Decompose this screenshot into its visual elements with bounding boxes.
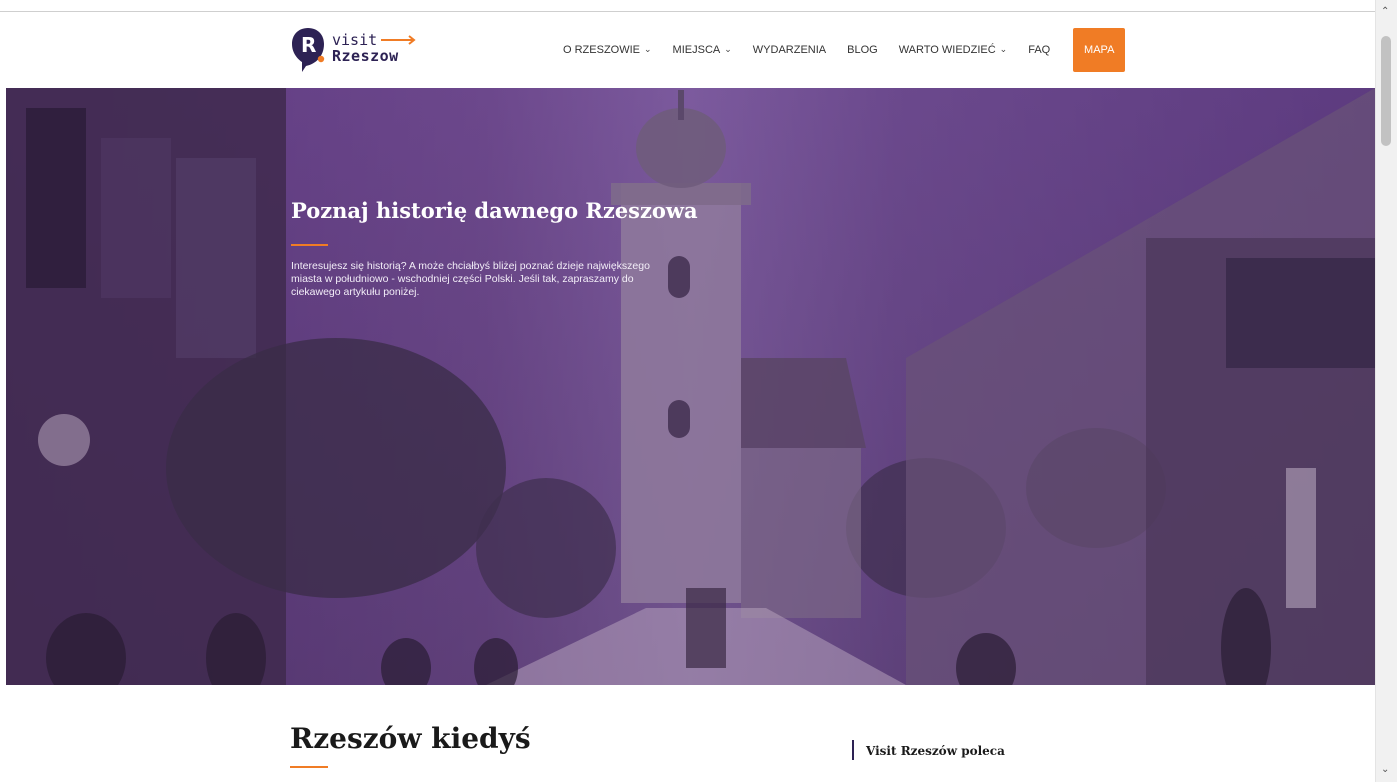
logo-line-2: Rzeszow xyxy=(332,46,399,65)
scroll-up-arrow-icon[interactable]: ⌃ xyxy=(1381,6,1389,17)
scrollbar-thumb[interactable] xyxy=(1381,36,1391,146)
page-scrollbar[interactable]: ⌃ ⌄ xyxy=(1375,0,1397,782)
hero-title: Poznaj historię dawnego Rzeszowa xyxy=(291,198,698,223)
nav-item-label: FAQ xyxy=(1028,44,1051,56)
hero-accent-line xyxy=(291,244,328,246)
map-button[interactable]: MAPA xyxy=(1073,28,1126,72)
logo-line-1: visit xyxy=(332,30,378,49)
nav-item-label: MIEJSCA xyxy=(672,44,721,56)
aside-title-marker xyxy=(852,740,854,760)
site-logo[interactable]: R visit Rzeszow xyxy=(290,24,430,76)
hero-background-image xyxy=(6,88,1375,685)
nav-item-blog[interactable]: BLOG xyxy=(847,44,878,56)
nav-item-faq[interactable]: FAQ xyxy=(1028,44,1050,56)
section-accent-line xyxy=(290,766,328,768)
chevron-down-icon: ⌄ xyxy=(644,43,652,54)
logo-text: visit Rzeszow xyxy=(332,30,417,65)
hero-banner: Poznaj historię dawnego Rzeszowa Interes… xyxy=(6,88,1375,685)
logo-mark-letter: R xyxy=(301,33,316,57)
logo-mark-icon: R xyxy=(290,26,326,74)
chevron-down-icon: ⌄ xyxy=(724,43,732,54)
scroll-down-arrow-icon[interactable]: ⌄ xyxy=(1381,764,1389,775)
section-title: Rzeszów kiedyś xyxy=(290,722,531,755)
logo-arrow-icon xyxy=(381,35,416,45)
nav-item-label: WYDARZENIA xyxy=(752,44,827,56)
nav-item-miejsca[interactable]: MIEJSCA ⌄ xyxy=(672,43,732,57)
hero-description: Interesujesz się historią? A może chciał… xyxy=(291,260,650,298)
site-header: R visit Rzeszow O RZESZOWIE ⌄ MIEJSCA ⌄ xyxy=(0,12,1375,88)
main-nav: O RZESZOWIE ⌄ MIEJSCA ⌄ WYDARZENIA BLOG … xyxy=(563,28,1126,72)
nav-item-label: WARTO WIEDZIEĆ xyxy=(898,44,996,56)
nav-item-warto-wiedziec[interactable]: WARTO WIEDZIEĆ ⌄ xyxy=(898,43,1008,57)
nav-item-o-rzeszowie[interactable]: O RZESZOWIE ⌄ xyxy=(563,43,652,57)
nav-item-wydarzenia[interactable]: WYDARZENIA xyxy=(753,44,826,56)
chevron-down-icon: ⌄ xyxy=(999,43,1008,54)
nav-item-label: O RZESZOWIE xyxy=(563,44,640,56)
nav-item-label: BLOG xyxy=(847,44,878,56)
aside-title: Visit Rzeszów poleca xyxy=(866,744,1005,758)
